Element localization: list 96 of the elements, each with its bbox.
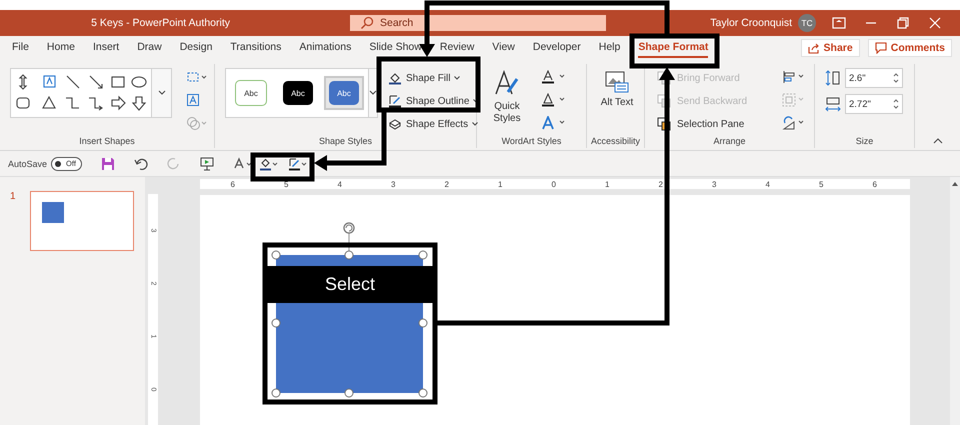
text-box-icon[interactable] — [186, 93, 200, 107]
restore-icon[interactable] — [896, 17, 910, 29]
callout-tooltip: Select — [265, 266, 435, 303]
square-shape — [42, 202, 64, 223]
ribbon-tab[interactable]: Home — [46, 38, 75, 58]
ruler-number: 6 — [230, 180, 236, 188]
ribbon-tab[interactable]: Transitions — [230, 38, 282, 58]
group-label: WordArt Styles — [500, 136, 562, 148]
spinner-icon — [893, 98, 899, 110]
search-field[interactable]: Search — [350, 15, 606, 31]
undo-icon[interactable] — [134, 156, 148, 170]
ribbon-tab[interactable]: Developer — [532, 38, 581, 58]
ruler-number: 2 — [444, 180, 450, 188]
selection-handle[interactable] — [344, 250, 354, 260]
selection-handle[interactable] — [272, 388, 280, 398]
ribbon-command[interactable]: Shape Outline — [386, 91, 482, 111]
user-avatar[interactable]: TC — [798, 14, 816, 32]
caret-icon — [472, 122, 478, 126]
ribbon-display-icon[interactable] — [832, 17, 846, 29]
style-swatch[interactable]: Abc — [324, 76, 364, 110]
comment-icon — [874, 42, 887, 54]
ruler-number: 1 — [604, 180, 610, 188]
ribbon-command[interactable]: Shape Fill — [386, 68, 482, 88]
selection-handle[interactable] — [418, 318, 428, 328]
edit-shape-icon[interactable] — [186, 70, 208, 84]
group-label: Shape Styles — [318, 136, 374, 148]
slide-number: 1 — [10, 191, 16, 202]
header-button[interactable]: Comments — [868, 39, 952, 57]
ribbon-tab[interactable]: Insert — [92, 38, 120, 58]
ribbon-command[interactable]: Selection Pane — [655, 114, 768, 134]
ribbon-tab[interactable]: Review — [440, 38, 474, 58]
rotation-handle[interactable] — [343, 222, 355, 234]
ruler-number: 1 — [497, 180, 504, 188]
caret-icon — [369, 90, 377, 96]
layers-icon — [657, 94, 671, 108]
save-icon[interactable] — [100, 156, 115, 170]
shape-effects-icon — [388, 117, 402, 131]
ruler-number: 4 — [336, 180, 343, 188]
ruler-number: 4 — [764, 180, 771, 188]
height-icon — [825, 70, 841, 86]
text-fill-icon[interactable] — [541, 70, 567, 84]
layers-icon — [657, 117, 671, 131]
paint-bucket-icon[interactable] — [258, 156, 279, 170]
scroll-up-icon[interactable] — [951, 181, 959, 187]
ribbon-command[interactable]: Shape Effects — [386, 114, 482, 134]
search-icon — [360, 16, 374, 30]
quick-styles-button[interactable]: Quick Styles — [487, 68, 527, 127]
ruler-number: 5 — [818, 180, 824, 188]
ruler-number: 6 — [872, 180, 878, 188]
autosave-label: AutoSave — [8, 158, 48, 168]
selection-handle[interactable] — [344, 388, 354, 398]
pen-icon[interactable] — [288, 156, 308, 170]
spinner-icon — [893, 72, 899, 84]
selection-handle[interactable] — [272, 318, 280, 328]
selection-handle[interactable] — [272, 250, 280, 260]
close-icon[interactable] — [928, 17, 942, 29]
ribbon-tab[interactable]: Help — [598, 38, 620, 58]
group-label: Size — [854, 136, 874, 148]
ribbon-tab[interactable]: Design — [180, 38, 212, 58]
ribbon-tab[interactable]: Animations — [299, 38, 352, 58]
collapse-ribbon-icon[interactable] — [932, 138, 942, 144]
ruler-number: 0 — [550, 180, 557, 188]
image-icon — [605, 70, 629, 94]
selection-handle[interactable] — [418, 388, 428, 398]
ribbon-tab[interactable]: Slide Show — [369, 38, 422, 58]
ruler-number: 5 — [283, 180, 290, 188]
ruler-number: 2 — [658, 180, 664, 188]
slide-thumbnail[interactable] — [30, 191, 134, 251]
share-icon — [808, 42, 820, 54]
ribbon-tab[interactable]: Draw — [137, 38, 162, 58]
presentation-icon[interactable] — [200, 156, 214, 170]
text-effects-icon[interactable] — [541, 116, 567, 130]
selection-handle[interactable] — [418, 250, 428, 260]
group-label: Accessibility — [590, 136, 641, 148]
caret-icon — [454, 76, 460, 80]
alt-text-button[interactable]: Alt Text — [597, 68, 637, 111]
callout-box — [250, 152, 314, 182]
caret-icon — [158, 90, 166, 96]
ribbon-tab[interactable]: File — [12, 38, 29, 58]
pen-icon — [388, 94, 402, 108]
gallery-more-button[interactable] — [369, 68, 378, 118]
user-name[interactable]: Taylor Croonquist — [710, 17, 792, 29]
font-color-icon[interactable] — [232, 156, 253, 170]
ruler-number: 3 — [711, 180, 718, 188]
width-icon — [825, 96, 841, 112]
group-label: Insert Shapes — [78, 136, 136, 148]
height-field[interactable]: 2.6" — [845, 68, 903, 88]
text-outline-icon[interactable] — [541, 93, 567, 107]
ribbon-tab[interactable]: View — [492, 38, 515, 58]
paint-bucket-icon — [388, 71, 402, 85]
window-title: 5 Keys - PowerPoint Authority — [90, 17, 230, 29]
width-field[interactable]: 2.72" — [845, 94, 903, 114]
ribbon-tab[interactable]: Shape Format — [638, 38, 708, 58]
ruler-number: 3 — [390, 180, 396, 188]
header-button[interactable]: Share — [800, 39, 860, 57]
group-label: Arrange — [712, 136, 747, 148]
